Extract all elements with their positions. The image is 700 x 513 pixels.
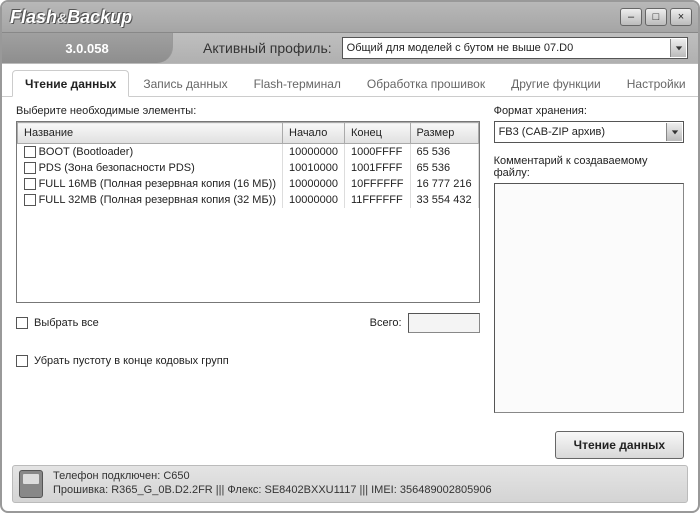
row-size: 16 777 216	[410, 176, 478, 192]
storage-format-value: FB3 (CAB-ZIP архив)	[499, 126, 605, 138]
choose-elements-label: Выберите необходимые элементы:	[16, 105, 480, 117]
logo-amp: &	[57, 10, 67, 26]
row-checkbox[interactable]	[24, 178, 36, 190]
table-row[interactable]: PDS (Зона безопасности PDS) 100100001001F…	[18, 160, 479, 176]
row-size: 65 536	[410, 160, 478, 176]
row-end: 1000FFFF	[344, 144, 410, 161]
row-end: 1001FFFF	[344, 160, 410, 176]
table-row[interactable]: FULL 32MB (Полная резервная копия (32 МБ…	[18, 192, 479, 208]
row-checkbox[interactable]	[24, 194, 36, 206]
comment-textarea[interactable]	[494, 183, 684, 413]
total-label: Всего:	[370, 317, 402, 329]
elements-table: Название Начало Конец Размер BOOT (Bootl…	[16, 121, 480, 303]
col-size[interactable]: Размер	[410, 123, 478, 144]
status-line-2: Прошивка: R365_G_0B.D2.2FR ||| Флекс: SE…	[53, 484, 492, 498]
row-start: 10000000	[283, 144, 345, 161]
select-all-checkbox[interactable]	[16, 317, 28, 329]
row-size: 33 554 432	[410, 192, 478, 208]
remove-empty-checkbox[interactable]	[16, 355, 28, 367]
row-name: BOOT (Bootloader)	[39, 146, 134, 158]
content-area: Выберите необходимые элементы: Название …	[2, 97, 698, 463]
col-end[interactable]: Конец	[344, 123, 410, 144]
window-buttons: – □ ×	[620, 8, 692, 26]
read-data-button[interactable]: Чтение данных	[555, 431, 684, 459]
dropdown-arrow-icon[interactable]	[666, 123, 682, 141]
storage-format-label: Формат хранения:	[494, 105, 684, 117]
dropdown-arrow-icon[interactable]	[670, 39, 686, 57]
comment-label: Комментарий к создаваемому файлу:	[494, 155, 684, 179]
logo-sub: Backup	[67, 7, 132, 27]
profile-select-value: Общий для моделей с бутом не выше 07.D0	[347, 42, 574, 54]
close-button[interactable]: ×	[670, 8, 692, 26]
below-table-row: Выбрать все Всего:	[16, 313, 480, 333]
row-name: PDS (Зона безопасности PDS)	[39, 162, 195, 174]
row-start: 10000000	[283, 192, 345, 208]
version-label: 3.0.058	[2, 33, 173, 63]
app-logo: Flash&Backup	[8, 7, 132, 28]
maximize-button[interactable]: □	[645, 8, 667, 26]
tab-4[interactable]: Другие функции	[499, 71, 613, 96]
tab-2[interactable]: Flash-терминал	[242, 71, 353, 96]
row-checkbox[interactable]	[24, 162, 36, 174]
tab-5[interactable]: Настройки	[615, 71, 698, 96]
minimize-button[interactable]: –	[620, 8, 642, 26]
minimize-icon: –	[628, 12, 634, 23]
tab-1[interactable]: Запись данных	[131, 71, 239, 96]
profile-select[interactable]: Общий для моделей с бутом не выше 07.D0	[342, 37, 688, 59]
row-end: 11FFFFFF	[344, 192, 410, 208]
row-end: 10FFFFFF	[344, 176, 410, 192]
close-icon: ×	[678, 12, 684, 23]
storage-format-select[interactable]: FB3 (CAB-ZIP архив)	[494, 121, 684, 143]
phone-icon	[19, 470, 43, 498]
row-checkbox[interactable]	[24, 146, 36, 158]
row-name: FULL 32MB (Полная резервная копия (32 МБ…	[39, 194, 276, 206]
tab-0[interactable]: Чтение данных	[12, 70, 129, 97]
maximize-icon: □	[653, 12, 660, 23]
row-start: 10010000	[283, 160, 345, 176]
status-bar: Телефон подключен: C650 Прошивка: R365_G…	[12, 465, 688, 503]
table-row[interactable]: BOOT (Bootloader) 100000001000FFFF65 536	[18, 144, 479, 161]
title-bar[interactable]: Flash&Backup – □ ×	[2, 2, 698, 33]
row-name: FULL 16MB (Полная резервная копия (16 МБ…	[39, 178, 276, 190]
row-size: 65 536	[410, 144, 478, 161]
right-panel: Формат хранения: FB3 (CAB-ZIP архив) Ком…	[494, 105, 684, 459]
left-panel: Выберите необходимые элементы: Название …	[16, 105, 480, 459]
remove-empty-label: Убрать пустоту в конце кодовых групп	[34, 355, 229, 367]
tab-3[interactable]: Обработка прошивок	[355, 71, 497, 96]
total-value-box	[408, 313, 480, 333]
app-window: Flash&Backup – □ × 3.0.058 Активный проф…	[0, 0, 700, 513]
select-all-label: Выбрать все	[34, 317, 99, 329]
row-start: 10000000	[283, 176, 345, 192]
logo-main: Flash	[10, 7, 57, 27]
tab-bar: Чтение данныхЗапись данныхFlash-терминал…	[2, 64, 698, 97]
status-line-1: Телефон подключен: C650	[53, 470, 492, 484]
sub-header: 3.0.058 Активный профиль: Общий для моде…	[2, 33, 698, 64]
active-profile-label: Активный профиль:	[173, 40, 342, 56]
col-start[interactable]: Начало	[283, 123, 345, 144]
col-name[interactable]: Название	[18, 123, 283, 144]
table-row[interactable]: FULL 16MB (Полная резервная копия (16 МБ…	[18, 176, 479, 192]
